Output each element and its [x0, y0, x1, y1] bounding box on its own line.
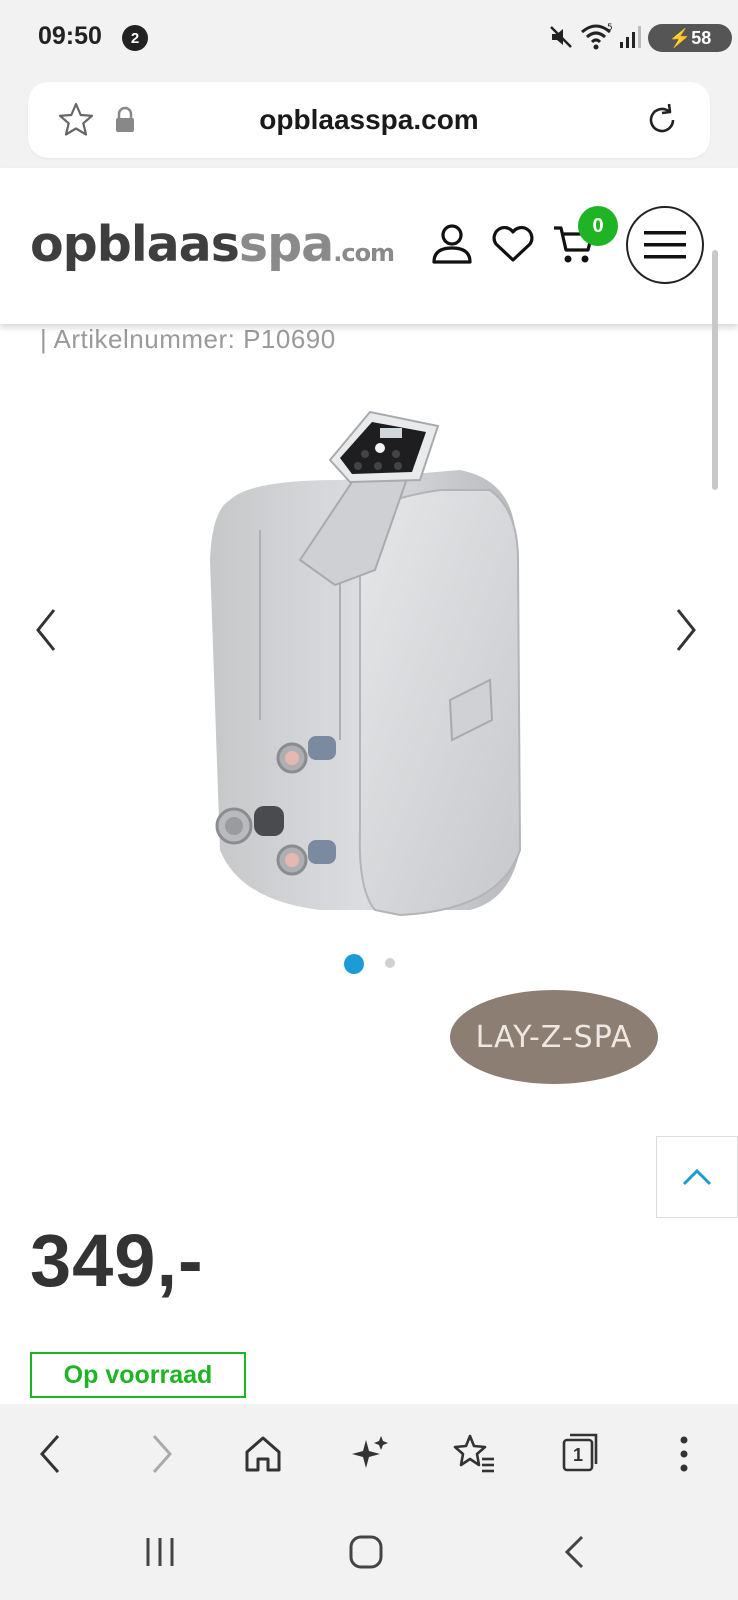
cart-count-badge: 0: [578, 206, 618, 246]
product-image[interactable]: [200, 410, 540, 940]
tab-count: 1: [572, 1445, 583, 1465]
status-bar: 09:50 2 5 ⚡ 58: [0, 0, 738, 76]
recents-icon[interactable]: [142, 1534, 178, 1570]
forward-icon[interactable]: [146, 1432, 176, 1476]
stock-status-badge: Op voorraad: [30, 1352, 246, 1398]
gallery-dot[interactable]: [385, 958, 395, 968]
signal-icon: [620, 26, 641, 48]
url-bar[interactable]: opblaasspa.com: [28, 82, 710, 158]
reload-icon[interactable]: [642, 100, 682, 140]
next-image-icon[interactable]: [670, 604, 702, 656]
menu-button[interactable]: [626, 206, 704, 284]
back-nav-icon[interactable]: [560, 1534, 590, 1570]
home-nav-icon[interactable]: [348, 1534, 384, 1570]
logo-main-text: opblaas: [30, 216, 240, 273]
battery-icon: ⚡ 58: [648, 24, 732, 52]
mute-icon: [550, 26, 572, 48]
gallery-dot-active[interactable]: [344, 954, 364, 974]
battery-charging-icon: ⚡: [668, 27, 692, 48]
sparkle-icon[interactable]: [350, 1432, 390, 1476]
page-scrollbar[interactable]: [712, 250, 718, 490]
account-icon[interactable]: [430, 222, 474, 268]
site-logo[interactable]: opblaasspa.com: [30, 216, 395, 273]
svg-text:5: 5: [607, 23, 613, 33]
back-to-top-button[interactable]: [656, 1136, 738, 1218]
notification-badge-icon: 2: [122, 25, 148, 51]
site-header: opblaasspa.com 0: [0, 168, 738, 324]
battery-level: 58: [691, 27, 712, 48]
more-icon[interactable]: [674, 1432, 694, 1476]
tabs-icon[interactable]: 1: [560, 1432, 600, 1476]
lock-icon: [116, 106, 134, 132]
home-icon[interactable]: [242, 1432, 284, 1476]
logo-tld-text: .com: [333, 239, 395, 267]
wishlist-icon[interactable]: [490, 224, 536, 264]
chevron-up-icon: [682, 1168, 712, 1186]
menu-icon: [644, 231, 686, 259]
bookmarks-icon[interactable]: [452, 1432, 496, 1476]
system-nav-bar: [0, 1504, 738, 1600]
star-icon[interactable]: [56, 100, 96, 140]
article-number: | Artikelnummer: P10690: [40, 324, 336, 354]
brand-logo[interactable]: LAY-Z-SPA: [450, 990, 658, 1084]
prev-image-icon[interactable]: [30, 604, 62, 656]
back-icon[interactable]: [36, 1432, 66, 1476]
clock: 09:50: [38, 22, 102, 50]
logo-spa-text: spa: [238, 216, 334, 273]
wifi-icon: 5: [581, 23, 613, 50]
product-price: 349,-: [30, 1219, 204, 1302]
browser-toolbar: 1: [0, 1404, 738, 1504]
